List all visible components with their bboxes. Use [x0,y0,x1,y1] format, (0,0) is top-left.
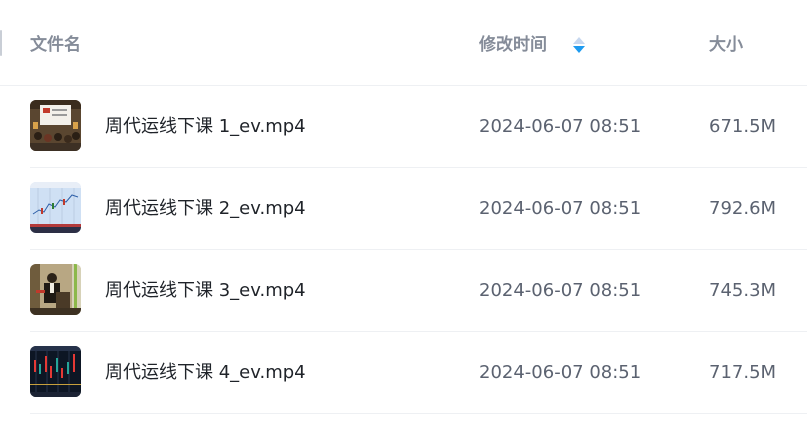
sort-icon[interactable] [572,36,586,54]
column-header-name[interactable]: 文件名 [30,33,81,57]
column-header-size[interactable]: 大小 [709,33,743,57]
file-name[interactable]: 周代运线下课 3_ev.mp4 [105,279,306,303]
file-list: 文件名 修改时间 大小 周代运线下课 1_ev.mp4 2024-06-07 0… [0,0,807,439]
file-modified-time: 2024-06-07 08:51 [479,198,642,219]
file-size: 671.5M [709,116,777,137]
table-row[interactable]: 周代运线下课 1_ev.mp4 2024-06-07 08:51 671.5M [30,86,807,168]
file-size: 717.5M [709,362,777,383]
file-modified-time: 2024-06-07 08:51 [479,116,642,137]
file-name[interactable]: 周代运线下课 1_ev.mp4 [105,115,306,139]
file-modified-time: 2024-06-07 08:51 [479,280,642,301]
video-thumbnail-classroom[interactable] [30,100,81,151]
video-thumbnail-dark-chart[interactable] [30,346,81,397]
table-row[interactable]: 周代运线下课 3_ev.mp4 2024-06-07 08:51 745.3M [30,250,807,332]
file-modified-time: 2024-06-07 08:51 [479,362,642,383]
file-size: 745.3M [709,280,777,301]
table-row[interactable]: 周代运线下课 4_ev.mp4 2024-06-07 08:51 717.5M [30,332,807,414]
file-size: 792.6M [709,198,777,219]
file-name[interactable]: 周代运线下课 2_ev.mp4 [105,197,306,221]
file-name[interactable]: 周代运线下课 4_ev.mp4 [105,361,306,385]
table-row[interactable]: 周代运线下课 2_ev.mp4 2024-06-07 08:51 792.6M [30,168,807,250]
video-thumbnail-speaker[interactable] [30,264,81,315]
column-header-modified[interactable]: 修改时间 [479,33,547,57]
video-thumbnail-chart[interactable] [30,182,81,233]
table-header: 文件名 修改时间 大小 [0,0,807,86]
